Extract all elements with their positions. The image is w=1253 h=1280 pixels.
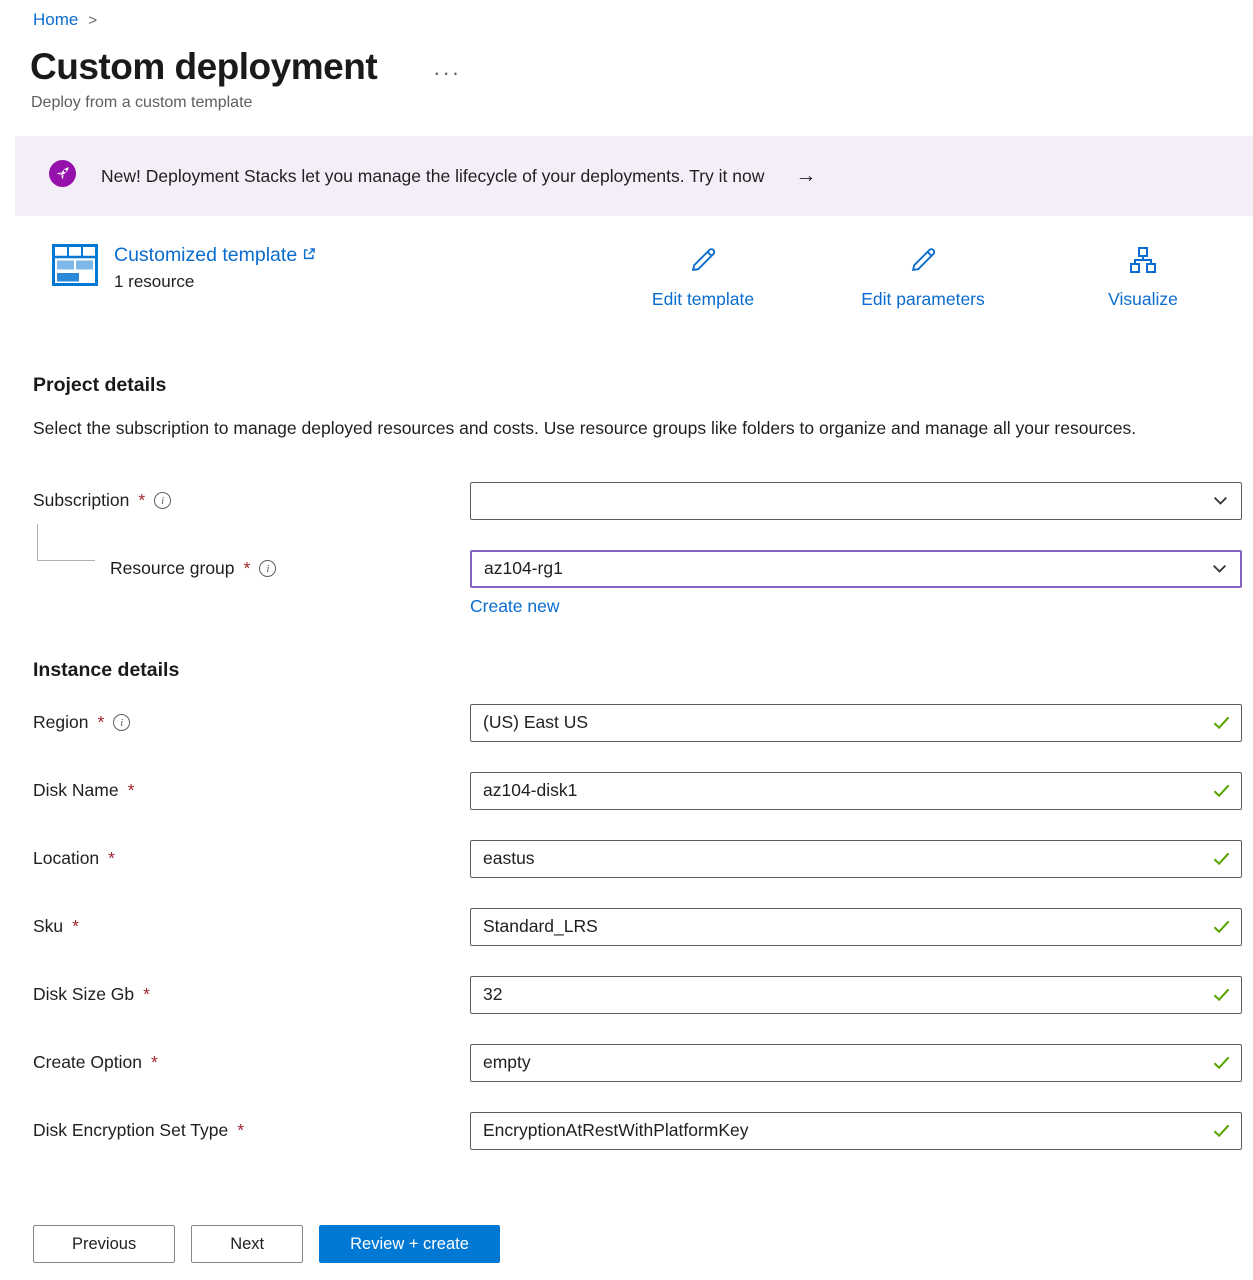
location-row: Location * — [33, 840, 1242, 878]
template-resource-count: 1 resource — [114, 272, 316, 292]
sitemap-icon — [1127, 244, 1159, 281]
required-asterisk: * — [151, 1052, 158, 1073]
required-asterisk: * — [138, 490, 145, 511]
instance-details-form: Region * i Disk Name * — [0, 704, 1253, 1150]
valid-check-icon — [1212, 781, 1231, 800]
template-icon — [52, 244, 98, 291]
info-icon[interactable]: i — [154, 492, 171, 509]
disk-encryption-row: Disk Encryption Set Type * — [33, 1112, 1242, 1150]
required-asterisk: * — [143, 984, 150, 1005]
subscription-dropdown[interactable] — [470, 482, 1242, 520]
breadcrumb-home-link[interactable]: Home — [33, 10, 78, 30]
valid-check-icon — [1212, 1053, 1231, 1072]
valid-check-icon — [1212, 713, 1231, 732]
page-title: Custom deployment — [30, 46, 377, 88]
disk-encryption-input[interactable] — [471, 1113, 1212, 1149]
valid-check-icon — [1212, 849, 1231, 868]
region-label: Region — [33, 712, 88, 733]
valid-check-icon — [1212, 985, 1231, 1004]
resource-group-label: Resource group — [110, 558, 235, 579]
instance-details-heading: Instance details — [33, 659, 1253, 682]
template-summary-row: Customized template 1 resource — [52, 244, 1253, 332]
customized-template-link[interactable]: Customized template — [114, 244, 316, 267]
create-option-input[interactable] — [471, 1045, 1212, 1081]
valid-check-icon — [1212, 917, 1231, 936]
breadcrumb-separator-icon: > — [88, 12, 97, 29]
create-option-field[interactable] — [470, 1044, 1242, 1082]
edit-parameters-label: Edit parameters — [861, 289, 985, 310]
required-asterisk: * — [72, 916, 79, 937]
custom-deployment-page: Home > Custom deployment ··· Deploy from… — [0, 0, 1253, 1280]
sku-label: Sku — [33, 916, 63, 937]
location-field[interactable] — [470, 840, 1242, 878]
region-row: Region * i — [33, 704, 1242, 742]
info-icon[interactable]: i — [113, 714, 130, 731]
review-create-button[interactable]: Review + create — [319, 1225, 500, 1263]
create-option-label: Create Option — [33, 1052, 142, 1073]
sku-input[interactable] — [471, 909, 1212, 945]
disk-size-label: Disk Size Gb — [33, 984, 134, 1005]
edit-template-label: Edit template — [652, 289, 754, 310]
banner-text: New! Deployment Stacks let you manage th… — [101, 166, 764, 187]
required-asterisk: * — [108, 848, 115, 869]
required-asterisk: * — [237, 1120, 244, 1141]
sku-row: Sku * — [33, 908, 1242, 946]
disk-name-input[interactable] — [471, 773, 1212, 809]
more-menu-button[interactable]: ··· — [433, 60, 461, 86]
edit-template-button[interactable]: Edit template — [633, 244, 773, 310]
rocket-icon — [49, 160, 76, 192]
resource-group-dropdown[interactable] — [470, 550, 1242, 588]
disk-size-row: Disk Size Gb * — [33, 976, 1242, 1014]
disk-encryption-field[interactable] — [470, 1112, 1242, 1150]
disk-name-row: Disk Name * — [33, 772, 1242, 810]
required-asterisk: * — [97, 712, 104, 733]
pencil-icon — [687, 244, 719, 281]
subscription-input[interactable] — [471, 483, 1210, 519]
wizard-footer: Previous Next Review + create — [0, 1208, 1253, 1280]
header: Custom deployment ··· — [0, 30, 1253, 88]
resource-group-row: Resource group * i — [33, 550, 1242, 588]
pencil-icon — [907, 244, 939, 281]
deployment-stacks-banner[interactable]: New! Deployment Stacks let you manage th… — [15, 136, 1253, 216]
breadcrumb: Home > — [0, 0, 1253, 30]
visualize-button[interactable]: Visualize — [1073, 244, 1213, 310]
disk-size-input[interactable] — [471, 977, 1212, 1013]
next-button[interactable]: Next — [191, 1225, 303, 1263]
disk-encryption-label: Disk Encryption Set Type — [33, 1120, 228, 1141]
required-asterisk: * — [244, 558, 251, 579]
disk-name-label: Disk Name — [33, 780, 119, 801]
arrow-right-icon[interactable]: → — [795, 164, 816, 188]
valid-check-icon — [1212, 1121, 1231, 1140]
previous-button[interactable]: Previous — [33, 1225, 175, 1263]
edit-parameters-button[interactable]: Edit parameters — [853, 244, 993, 310]
external-link-icon — [302, 244, 316, 267]
subscription-label: Subscription — [33, 490, 129, 511]
chevron-down-icon[interactable] — [1210, 490, 1231, 511]
location-label: Location — [33, 848, 99, 869]
sku-field[interactable] — [470, 908, 1242, 946]
location-input[interactable] — [471, 841, 1212, 877]
info-icon[interactable]: i — [259, 560, 276, 577]
subscription-row: Subscription * i — [33, 482, 1242, 520]
region-field[interactable] — [470, 704, 1242, 742]
region-input[interactable] — [471, 705, 1212, 741]
project-details-description: Select the subscription to manage deploy… — [33, 413, 1178, 444]
disk-size-field[interactable] — [470, 976, 1242, 1014]
visualize-label: Visualize — [1108, 289, 1178, 310]
chevron-down-icon[interactable] — [1209, 558, 1230, 579]
create-new-link[interactable]: Create new — [470, 596, 560, 616]
resource-group-input[interactable] — [472, 552, 1209, 586]
subscription-resourcegroup-connector — [37, 524, 95, 561]
disk-name-field[interactable] — [470, 772, 1242, 810]
project-details-form: Subscription * i Resource group * i — [0, 482, 1253, 617]
required-asterisk: * — [128, 780, 135, 801]
page-subtitle: Deploy from a custom template — [0, 88, 1253, 112]
project-details-heading: Project details — [33, 374, 1253, 397]
create-option-row: Create Option * — [33, 1044, 1242, 1082]
